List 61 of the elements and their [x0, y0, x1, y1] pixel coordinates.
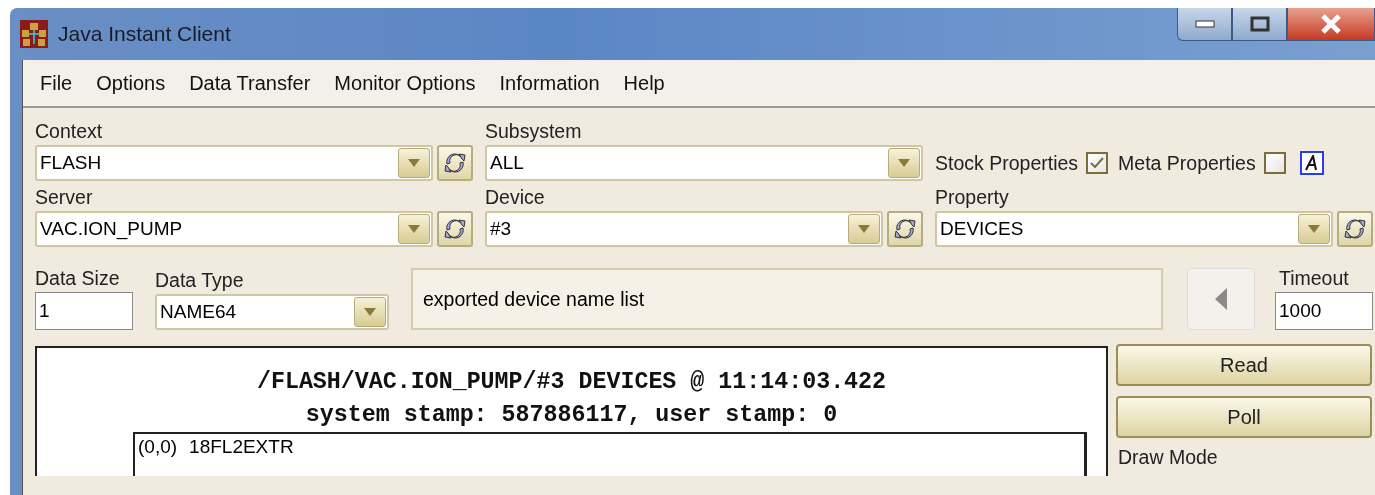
caret-icon: [858, 225, 870, 233]
font-style-button[interactable]: [1299, 151, 1324, 175]
stock-properties-label: Stock Properties: [935, 151, 1079, 175]
checkbox[interactable]: [1263, 152, 1286, 174]
row-value: 18FL2EXTR: [189, 436, 294, 458]
minimize-button[interactable]: [1177, 8, 1232, 41]
caret-icon: [408, 159, 420, 167]
context-dropdown[interactable]: FLASH: [35, 145, 433, 181]
refresh-button[interactable]: [437, 211, 473, 247]
context-label: Context: [35, 119, 104, 144]
data-type-dropdown[interactable]: NAME64: [155, 294, 389, 330]
caret-icon: [898, 159, 910, 167]
left-triangle-icon: [1215, 288, 1227, 310]
refresh-button[interactable]: [1337, 211, 1373, 247]
server-dropdown[interactable]: VAC.ION_PUMP: [35, 211, 433, 247]
meta-properties-label: Meta Properties: [1118, 151, 1256, 175]
close-button[interactable]: [1287, 8, 1375, 41]
checkbox[interactable]: [1086, 152, 1109, 174]
device-dropdown[interactable]: #3: [485, 211, 883, 247]
check-icon: [1090, 157, 1105, 169]
timeout-label: Timeout: [1278, 266, 1350, 291]
property-label: Property: [935, 185, 1010, 210]
collapse-button[interactable]: [1187, 268, 1255, 330]
timeout-field[interactable]: 1000: [1275, 292, 1373, 330]
window-title: Java Instant Client: [58, 22, 231, 46]
data-size-field[interactable]: 1: [35, 292, 133, 330]
poll-button[interactable]: Poll: [1116, 396, 1372, 438]
device-label: Device: [485, 185, 546, 210]
close-icon: [1319, 14, 1343, 34]
subsystem-dropdown[interactable]: ALL: [485, 145, 923, 181]
refresh-button[interactable]: [887, 211, 923, 247]
menu-item[interactable]: Monitor Options: [323, 71, 489, 95]
menu-item[interactable]: File: [29, 71, 86, 95]
caret-icon: [364, 308, 376, 316]
refresh-button[interactable]: [437, 145, 473, 181]
caret-icon: [408, 225, 420, 233]
description-text: exported device name list: [411, 268, 1163, 330]
server-label: Server: [35, 185, 94, 210]
draw-mode-label: Draw Mode: [1117, 445, 1219, 470]
minimize-icon: [1194, 20, 1215, 28]
timestamp-text: system stamp: 587886117, user stamp: 0: [305, 401, 838, 430]
app-logo-icon: [20, 20, 48, 48]
data-size-label: Data Size: [35, 266, 121, 291]
refresh-icon: [442, 216, 468, 242]
output-header: /FLASH/VAC.ION_PUMP/#3 DEVICES @ 11:14:03.422: [256, 368, 887, 397]
read-button[interactable]: Read: [1116, 344, 1372, 386]
caret-icon: [1308, 225, 1320, 233]
menu-item[interactable]: Information: [488, 71, 613, 95]
refresh-icon: [442, 150, 468, 176]
maximize-icon: [1249, 16, 1270, 32]
letter-a-icon: [1304, 155, 1319, 171]
menu-item[interactable]: Data Transfer: [178, 71, 324, 95]
row-index: (0,0): [138, 436, 178, 458]
menu-item[interactable]: Help: [612, 71, 678, 95]
subsystem-label: Subsystem: [485, 119, 583, 144]
refresh-icon: [892, 216, 918, 242]
menu-item[interactable]: Options: [85, 71, 179, 95]
data-type-label: Data Type: [155, 268, 245, 293]
property-dropdown[interactable]: DEVICES: [935, 211, 1333, 247]
refresh-icon: [1342, 216, 1368, 242]
maximize-button[interactable]: [1232, 8, 1287, 41]
